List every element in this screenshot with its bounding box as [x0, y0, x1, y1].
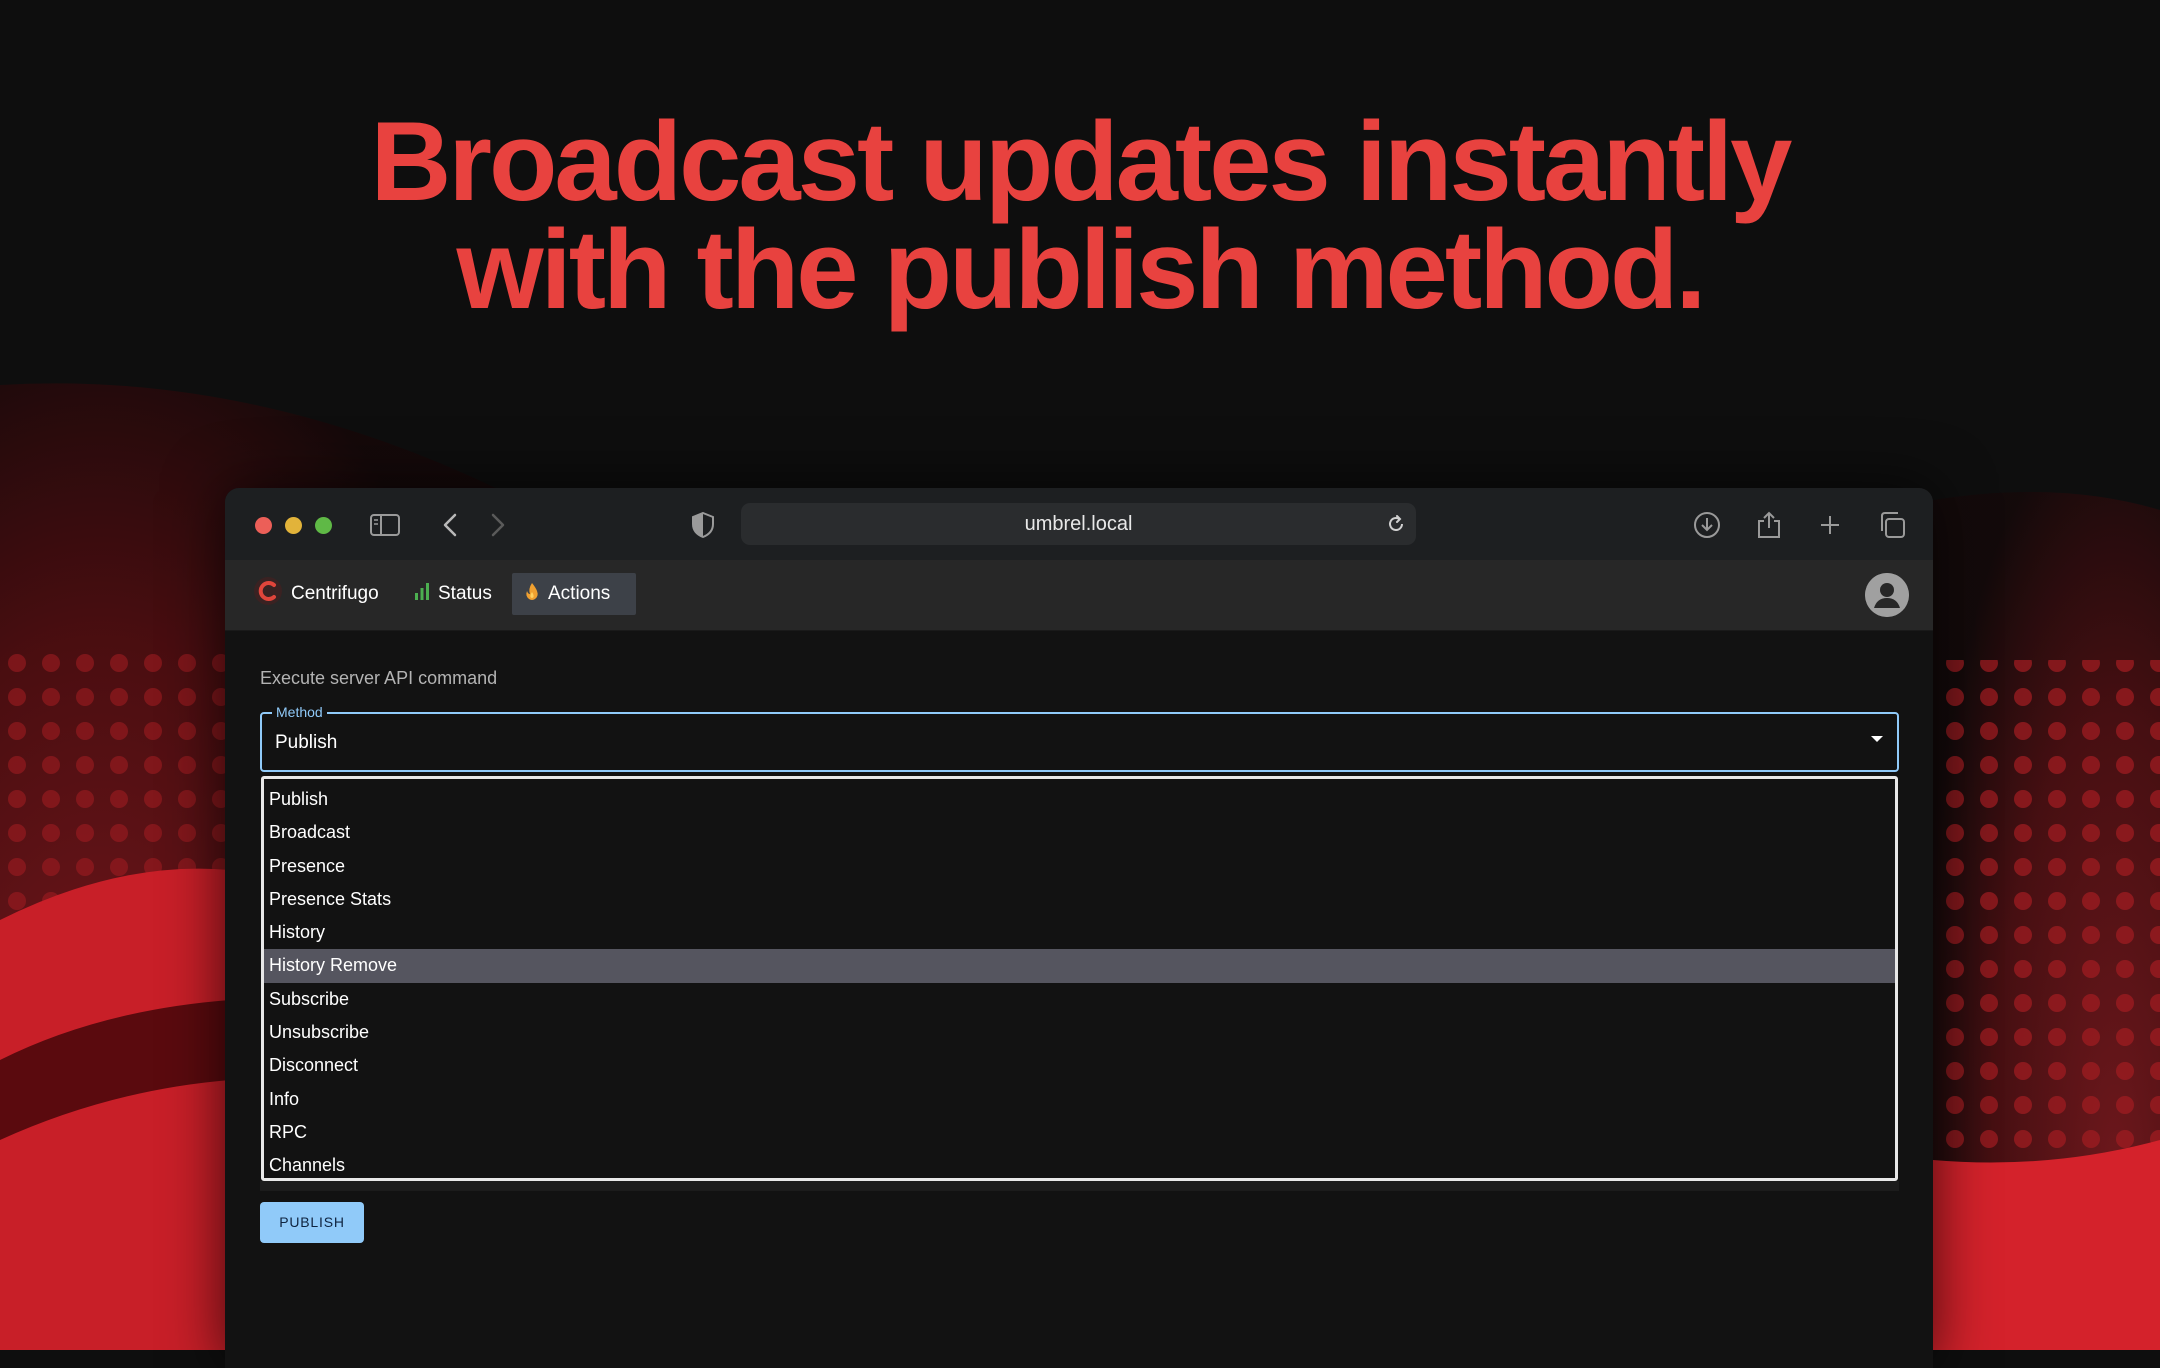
reload-icon[interactable]	[1384, 512, 1408, 536]
nav-status-label: Status	[438, 583, 492, 604]
headline: Broadcast updates instantly with the pub…	[0, 99, 2160, 332]
back-arrow-icon[interactable]	[435, 510, 465, 540]
option-history[interactable]: History	[264, 916, 1895, 949]
nav-actions[interactable]: Actions	[512, 573, 636, 615]
headline-line-2: with the publish method.	[456, 207, 1706, 332]
browser-toolbar: umbrel.local	[225, 488, 1933, 560]
brand-name: Centrifugo	[291, 583, 379, 604]
fire-icon	[524, 582, 540, 607]
centrifugo-logo-icon	[253, 576, 283, 612]
share-icon[interactable]	[1754, 510, 1784, 540]
option-info[interactable]: Info	[264, 1083, 1895, 1116]
option-broadcast[interactable]: Broadcast	[264, 816, 1895, 849]
headline-line-1: Broadcast updates instantly	[370, 99, 1793, 224]
brand-link[interactable]: Centrifugo	[241, 573, 391, 615]
option-unsubscribe[interactable]: Unsubscribe	[264, 1016, 1895, 1049]
address-bar[interactable]: umbrel.local	[741, 503, 1416, 545]
nav-actions-label: Actions	[548, 583, 611, 604]
browser-window: umbrel.local Centrifugo Status Actions E…	[225, 488, 1933, 1368]
option-history-remove[interactable]: History Remove	[264, 949, 1895, 983]
section-title: Execute server API command	[260, 668, 498, 688]
tab-overview-icon[interactable]	[1877, 510, 1907, 540]
method-label: Method	[272, 704, 327, 720]
option-publish[interactable]: Publish	[264, 783, 1895, 816]
new-tab-plus-icon[interactable]	[1815, 510, 1845, 540]
close-window-button[interactable]	[255, 517, 272, 534]
dropdown-caret-icon[interactable]	[1871, 736, 1883, 742]
downloads-icon[interactable]	[1692, 510, 1722, 540]
url-text: umbrel.local	[1024, 513, 1133, 535]
method-select[interactable]: Method Publish	[260, 704, 1899, 772]
method-select-value: Publish	[275, 732, 338, 753]
option-disconnect[interactable]: Disconnect	[264, 1049, 1895, 1082]
bar-chart-icon	[414, 582, 430, 606]
sidebar-toggle-icon[interactable]	[370, 510, 400, 540]
zoom-window-button[interactable]	[315, 517, 332, 534]
minimize-window-button[interactable]	[285, 517, 302, 534]
main-content: Execute server API command Method Publis…	[260, 630, 1899, 1368]
option-presence-stats[interactable]: Presence Stats	[264, 883, 1895, 916]
nav-status[interactable]: Status	[402, 573, 504, 615]
forward-arrow-icon[interactable]	[483, 510, 513, 540]
option-presence[interactable]: Presence	[264, 850, 1895, 883]
app-bar: Centrifugo Status Actions	[225, 560, 1933, 631]
option-channels[interactable]: Channels	[264, 1149, 1895, 1182]
option-subscribe[interactable]: Subscribe	[264, 983, 1895, 1016]
publish-button[interactable]: PUBLISH	[260, 1202, 364, 1243]
option-rpc[interactable]: RPC	[264, 1116, 1895, 1149]
hidden-field-strip	[260, 1181, 1899, 1191]
method-options-list: Publish Broadcast Presence Presence Stat…	[261, 776, 1898, 1181]
user-icon	[1865, 573, 1909, 617]
privacy-shield-icon[interactable]	[688, 510, 718, 540]
user-avatar[interactable]	[1865, 573, 1909, 617]
